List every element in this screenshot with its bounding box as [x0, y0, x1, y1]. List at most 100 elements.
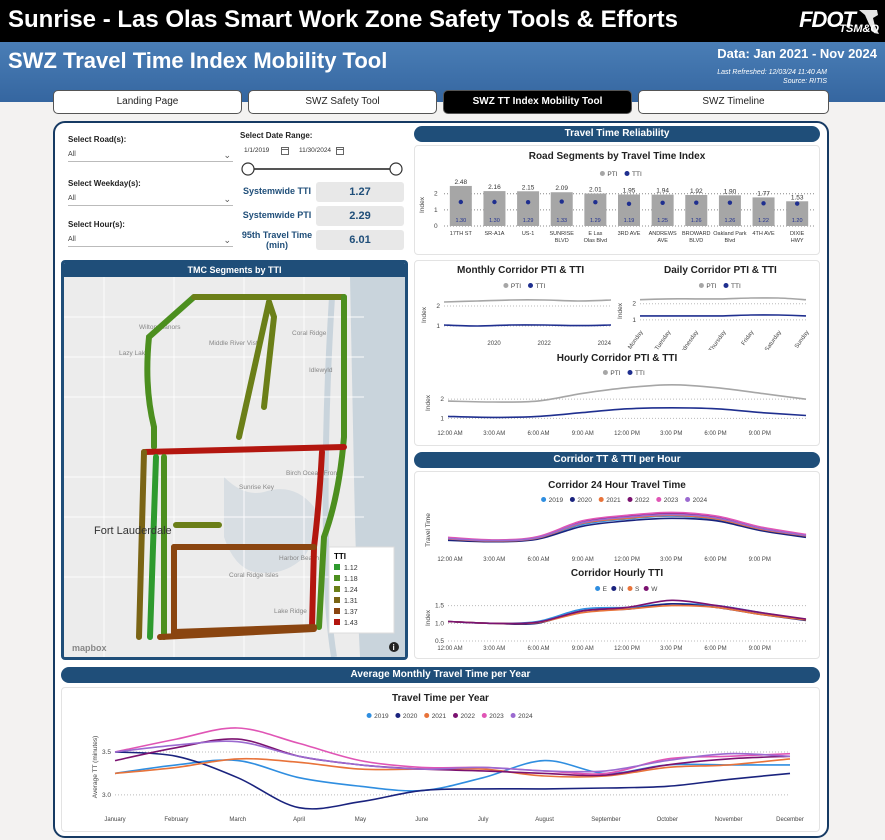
legend-swatch [334, 575, 340, 581]
legend-swatch [334, 564, 340, 570]
calendar-icon[interactable] [336, 146, 344, 155]
road-select-value: All [68, 151, 76, 158]
tti-point[interactable] [626, 201, 632, 206]
legend-marker [510, 713, 516, 718]
data-date-range: Data: Jan 2021 - Nov 2024 [717, 46, 877, 61]
legend-marker [528, 283, 533, 288]
map-place-label: Birch Ocean Front [286, 470, 339, 477]
y-tick-label: 3.5 [102, 749, 111, 756]
tti-point[interactable] [593, 199, 598, 205]
x-tick-label: 2020 [487, 341, 501, 347]
segment-label: Olas Blvd [584, 238, 608, 244]
x-tick-label: April [293, 817, 305, 823]
x-tick-label: July [478, 817, 489, 823]
weekday-select[interactable]: All ⌄ [68, 192, 233, 206]
y-tick-label: 2 [632, 301, 636, 308]
tmc-map[interactable]: Wilton ManorsLazy LakeMiddle River Vista… [64, 277, 405, 657]
series-line [114, 727, 791, 775]
pti-value-label: 2.15 [522, 184, 535, 191]
slider-handle-start[interactable] [241, 162, 255, 176]
tti-point[interactable] [559, 199, 564, 204]
legend-marker [602, 370, 608, 375]
data-source: Source: RITIS [783, 78, 827, 85]
x-tick-label: 3:00 PM [660, 431, 682, 437]
tti-value-label: 1.26 [725, 218, 736, 224]
legend-label: N [619, 586, 624, 593]
series-line [640, 314, 807, 317]
y-axis-label: Travel Time [425, 513, 432, 547]
tab-swz-tt-index-mobility-tool[interactable]: SWZ TT Index Mobility Tool [443, 90, 632, 114]
tti-point[interactable] [694, 200, 699, 205]
tab-swz-safety-tool[interactable]: SWZ Safety Tool [248, 90, 437, 114]
legend-swatch [334, 619, 340, 625]
systemwide-pti-label: Systemwide PTI [242, 210, 312, 220]
end-date-value: 11/30/2024 [299, 147, 332, 154]
x-tick-label: 12:00 AM [437, 557, 462, 563]
x-tick-label: 6:00 PM [704, 557, 726, 563]
tti-value-label: 1.30 [489, 218, 500, 224]
map-place-label: Sunrise Key [239, 484, 275, 491]
tab-landing-page[interactable]: Landing Page [53, 90, 242, 114]
legend-swatch [334, 597, 340, 603]
legend-value: 1.31 [344, 598, 358, 605]
tti-point[interactable] [761, 201, 766, 206]
pti-value-label: 2.09 [555, 185, 568, 192]
x-tick-label: 9:00 AM [572, 646, 594, 652]
dashboard-title: Sunrise - Las Olas Smart Work Zone Safet… [8, 6, 678, 33]
series-line [639, 297, 807, 301]
x-tick-label: June [415, 817, 429, 823]
tmc-map-title: TMC Segments by TTI [64, 263, 405, 277]
legend-label: PTI [610, 370, 620, 377]
hourly-pti-title: Hourly Corridor PTI & TTI [556, 353, 678, 364]
y-tick-label: 1 [440, 415, 444, 422]
legend-label: TTI [635, 370, 645, 377]
x-tick-label: 3:00 AM [483, 557, 505, 563]
y-axis-label: Index [421, 306, 428, 323]
tti-point[interactable] [794, 201, 800, 206]
y-tick-label: 1.5 [435, 603, 444, 610]
legend-marker [643, 586, 649, 591]
monthly-pti-title: Monthly Corridor PTI & TTI [457, 265, 585, 276]
road-filter-label: Select Road(s): [68, 135, 127, 144]
pti-value-label: 1.92 [690, 188, 703, 195]
legend-marker [624, 171, 630, 176]
road-select[interactable]: All ⌄ [68, 148, 233, 162]
legend-label: W [651, 586, 658, 593]
date-range-slider[interactable] [240, 160, 405, 178]
x-tick-label: Thursday [708, 330, 727, 350]
legend-marker [656, 497, 662, 502]
tti-point[interactable] [492, 199, 497, 205]
x-tick-label: Friday [741, 330, 755, 347]
tmc-map-panel: TMC Segments by TTI Wilton Manors Lazy La… [61, 260, 408, 660]
tti-point[interactable] [727, 200, 733, 205]
tti-point[interactable] [458, 199, 464, 205]
segment-label: 17TH ST [450, 231, 473, 237]
legend-label: 2019 [549, 497, 564, 504]
mapbox-attribution: mapbox [72, 643, 107, 653]
legend-label: 2021 [432, 713, 447, 720]
calendar-icon[interactable] [281, 146, 289, 155]
legend-label: PTI [511, 283, 521, 290]
tti-point[interactable] [525, 199, 531, 205]
fdot-logo: FDOT TSM&O [781, 6, 881, 38]
slider-handle-end[interactable] [389, 162, 403, 176]
legend-label: 2022 [635, 497, 650, 504]
x-tick-label: October [657, 817, 678, 823]
pti-value-label: 1.95 [623, 188, 636, 195]
chevron-down-icon: ⌄ [223, 150, 231, 160]
segment-label: DIXIE [790, 231, 805, 237]
tt24-chart: 2019 2020 2021 2022 2023 2024 Travel Time 12:00… [425, 497, 807, 563]
tt24-title: Corridor 24 Hour Travel Time [548, 480, 686, 491]
legend-label: 2023 [489, 713, 504, 720]
hour-select[interactable]: All ⌄ [68, 233, 233, 247]
x-tick-label: March [229, 817, 246, 823]
legend-marker [627, 370, 633, 375]
p95-travel-time-value: 6.01 [316, 230, 404, 250]
map-place-label: Idlewyld [309, 367, 333, 374]
legend-marker [366, 713, 372, 718]
x-tick-label: 3:00 PM [660, 557, 682, 563]
series-line [447, 599, 807, 625]
legend-marker [541, 497, 547, 502]
tti-point[interactable] [660, 200, 665, 206]
tab-swz-timeline[interactable]: SWZ Timeline [638, 90, 829, 114]
